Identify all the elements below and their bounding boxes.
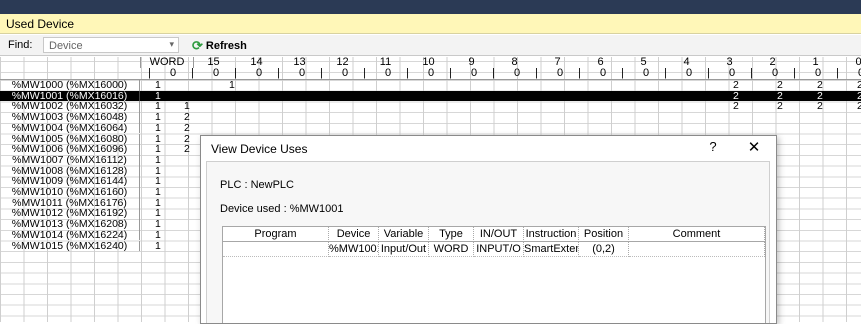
table-header-cell[interactable]: Comment <box>629 227 765 242</box>
grid-cell: 2 <box>733 100 739 113</box>
subheader-divider: | <box>449 67 452 79</box>
grid-cell: 1 <box>155 228 161 241</box>
subheader-value: 0 <box>428 67 435 79</box>
subheader-value: 0 <box>557 67 564 79</box>
help-icon[interactable]: ? <box>706 139 720 154</box>
dialog-title: View Device Uses <box>211 142 308 156</box>
subheader-divider: | <box>406 67 409 79</box>
subheader-divider: | <box>836 67 839 79</box>
subheader-divider: | <box>363 67 366 79</box>
table-cell[interactable]: WORD <box>429 242 474 257</box>
view-device-uses-dialog: View Device Uses ? ✕ PLC : NewPLC Device… <box>200 135 777 324</box>
subheader-value: 0 <box>815 67 822 79</box>
subheader-value: 0 <box>729 67 736 79</box>
grid-cell: 2 <box>184 143 190 156</box>
subheader-divider: | <box>320 67 323 79</box>
grid-cell: 2 <box>817 100 823 113</box>
grid-subheader: |0|0|0|0|0|0|0|0|0|0|0|0|0|0|0|0|0 <box>0 68 861 80</box>
subheader-divider: | <box>793 67 796 79</box>
subheader-value: 0 <box>256 67 263 79</box>
selected-table-row[interactable]: %MW1001 (%MX16016) 1 2 2 2 2 <box>0 90 861 102</box>
subheader-value: 0 <box>385 67 392 79</box>
toolbar: Find: ▾ ⟳ Refresh <box>0 35 861 56</box>
panel-header: Used Device <box>0 14 861 34</box>
grid-cell: 1 <box>229 79 235 91</box>
subheader-value: 0 <box>514 67 521 79</box>
subheader-divider: | <box>578 67 581 79</box>
subheader-value: 0 <box>643 67 650 79</box>
window-titlebar <box>0 0 861 14</box>
grid-cell: 1 <box>155 153 161 166</box>
grid-cell: 2 <box>857 100 861 113</box>
panel-title: Used Device <box>6 17 75 31</box>
table-header-cell[interactable]: Program <box>223 227 329 242</box>
refresh-label: Refresh <box>205 39 247 52</box>
grid-cell: 2 <box>777 100 783 113</box>
table-cell[interactable] <box>223 242 329 257</box>
table-header-cell[interactable]: Position <box>579 227 629 242</box>
subheader-value: 0 <box>213 67 220 79</box>
subheader-divider: | <box>148 67 151 79</box>
subheader-divider: | <box>664 67 667 79</box>
subheader-divider: | <box>234 67 237 79</box>
plc-label: PLC : NewPLC <box>220 179 294 191</box>
subheader-value: 0 <box>686 67 693 79</box>
table-cell[interactable]: Input/Out <box>379 242 429 257</box>
row-label[interactable]: %MW1004 (%MX16064) <box>0 123 140 134</box>
subheader-divider: | <box>750 67 753 79</box>
find-combo[interactable]: ▾ <box>43 37 179 53</box>
table-header-cell[interactable]: Device <box>329 227 379 242</box>
find-label: Find: <box>8 39 33 51</box>
close-icon[interactable]: ✕ <box>746 138 762 156</box>
subheader-divider: | <box>621 67 624 79</box>
subheader-divider: | <box>707 67 710 79</box>
table-header-cell[interactable]: Instruction <box>524 227 579 242</box>
subheader-value: 0 <box>471 67 478 79</box>
uses-table[interactable]: Program Device Variable Type IN/OUT Instructi… <box>222 226 766 323</box>
refresh-icon: ⟳ <box>192 37 203 53</box>
table-cell[interactable]: INPUT/O <box>474 242 524 257</box>
table-header-cell[interactable]: Type <box>429 227 474 242</box>
grid-cell: 1 <box>155 239 161 252</box>
subheader-divider: | <box>492 67 495 79</box>
subheader-divider: | <box>535 67 538 79</box>
subheader-value: 0 <box>342 67 349 79</box>
subheader-value: 0 <box>772 67 779 79</box>
subheader-value: 0 <box>170 67 177 79</box>
row-label[interactable]: %MW1014 (%MX16224) <box>0 230 140 241</box>
dialog-body: PLC : NewPLC Device used : %MW1001 Progr… <box>206 161 770 323</box>
row-label[interactable]: %MW1007 (%MX16112) <box>0 155 140 166</box>
table-cell[interactable]: (0,2) <box>579 242 629 257</box>
row-label[interactable]: %MW1015 (%MX16240) <box>0 240 140 252</box>
table-cell[interactable]: %MW1001 <box>329 242 379 257</box>
grid-cell: 1 <box>155 121 161 134</box>
table-header-cell[interactable]: IN/OUT <box>474 227 524 242</box>
table-cell[interactable] <box>629 242 765 257</box>
find-input[interactable] <box>44 38 161 52</box>
subheader-value: 0 <box>299 67 306 79</box>
subheader-divider: | <box>277 67 280 79</box>
table-header-cell[interactable]: Variable <box>379 227 429 242</box>
refresh-button[interactable]: ⟳ Refresh <box>192 38 247 53</box>
subheader-divider: | <box>191 67 194 79</box>
device-used-label: Device used : %MW1001 <box>220 203 344 215</box>
table-cell[interactable]: SmartExtens <box>524 242 579 257</box>
grid-cell: 2 <box>184 121 190 134</box>
subheader-value: 0 <box>600 67 607 79</box>
chevron-down-icon[interactable]: ▾ <box>169 39 174 50</box>
